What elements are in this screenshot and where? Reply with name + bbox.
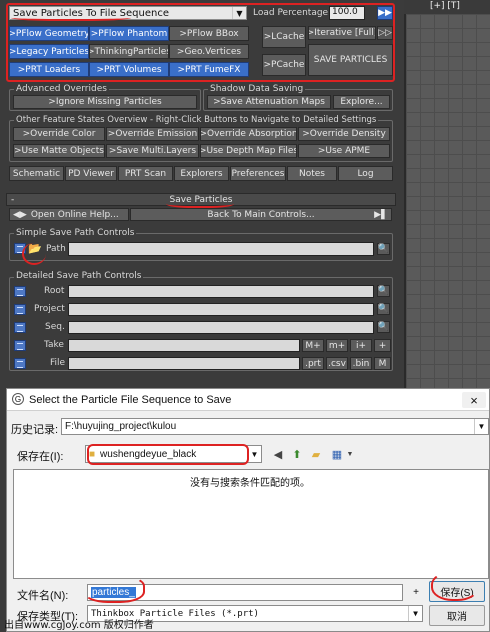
new-folder-icon[interactable]: ▰ [309, 447, 323, 461]
history-label: 历史记录: [11, 424, 59, 436]
annotation-box [83, 575, 145, 603]
override-absorption-button[interactable]: >Override Absorption [200, 127, 297, 141]
chevron-down-icon: ▼ [474, 419, 488, 434]
file-dialog: G Select the Particle File Sequence to S… [6, 388, 490, 632]
bin-ext-button[interactable]: .bin [350, 357, 372, 370]
tab-schematic[interactable]: Schematic [9, 166, 64, 181]
filename-label: 文件名(N): [17, 590, 69, 602]
view-menu-icon[interactable]: ▦ [330, 447, 344, 461]
detailed-save-path-title: Detailed Save Path Controls [14, 271, 144, 281]
search-icon[interactable]: 🔍 [377, 321, 390, 333]
grid-icon[interactable] [14, 286, 26, 297]
path-label: Path [46, 244, 66, 254]
grid-icon[interactable] [14, 340, 26, 351]
take-plus-button[interactable]: + [374, 339, 391, 352]
grid-icon[interactable] [14, 304, 26, 315]
dialog-title: Select the Particle File Sequence to Sav… [29, 394, 232, 406]
file-label: File [50, 358, 66, 368]
take-input[interactable] [68, 339, 300, 352]
filename-plus-button[interactable]: + [409, 584, 423, 601]
annotation-underline [166, 198, 234, 208]
viewport-label: [+] [T] [430, 1, 460, 11]
right-arrow-icon: ▶▌ [374, 209, 388, 220]
root-input[interactable] [68, 285, 374, 298]
use-depth-map-button[interactable]: >Use Depth Map Files [200, 144, 297, 158]
override-emission-button[interactable]: >Override Emission [106, 127, 199, 141]
chevron-down-icon[interactable]: ▼ [343, 447, 357, 461]
file-input[interactable] [68, 357, 300, 370]
save-multi-layers-button[interactable]: >Save Multi.Layers [106, 144, 199, 158]
use-matte-objects-button[interactable]: >Use Matte Objects [13, 144, 105, 158]
back-icon[interactable]: ◀ [271, 447, 285, 461]
m-button[interactable]: M [374, 357, 391, 370]
tab-explorers[interactable]: Explorers [174, 166, 229, 181]
annotation-box [431, 571, 479, 601]
app-icon: G [12, 393, 24, 405]
save-attenuation-button[interactable]: >Save Attenuation Maps [207, 95, 331, 109]
csv-ext-button[interactable]: .csv [326, 357, 348, 370]
empty-message: 没有与搜索条件匹配的项。 [190, 478, 310, 489]
root-label: Root [44, 286, 65, 296]
take-label: Take [44, 340, 64, 350]
back-to-main-button[interactable]: Back To Main Controls... ▶▌ [130, 208, 392, 221]
take-iter-plus-button[interactable]: i+ [350, 339, 372, 352]
tab-log[interactable]: Log [338, 166, 393, 181]
watermark: 出自www.cgjoy.com 版权归作者 [4, 620, 154, 631]
ignore-missing-button[interactable]: >Ignore Missing Particles [13, 95, 197, 109]
shadow-data-title: Shadow Data Saving [208, 84, 306, 94]
seq-input[interactable] [68, 321, 374, 334]
chevron-down-icon: ▼ [247, 446, 261, 462]
override-density-button[interactable]: >Override Density [298, 127, 390, 141]
grid-icon[interactable] [14, 322, 26, 333]
take-minor-plus-button[interactable]: m+ [326, 339, 348, 352]
annotation-box [6, 3, 395, 82]
tab-preferences[interactable]: Preferences [230, 166, 286, 181]
tab-prt-scan[interactable]: PRT Scan [118, 166, 173, 181]
open-online-help-button[interactable]: ◀▶ Open Online Help... [9, 208, 129, 221]
search-icon[interactable]: 🔍 [377, 303, 390, 315]
simple-save-path-title: Simple Save Path Controls [14, 228, 137, 238]
use-apme-button[interactable]: >Use APME [298, 144, 390, 158]
annotation-box [87, 444, 249, 465]
search-icon[interactable]: 🔍 [377, 243, 390, 255]
close-button[interactable]: × [462, 392, 486, 408]
left-right-arrow-icon: ◀▶ [13, 209, 27, 220]
chevron-down-icon: ▼ [408, 606, 422, 621]
annotation-underline [22, 243, 46, 265]
close-icon: × [470, 392, 478, 408]
save-in-label: 保存在(I): [17, 451, 64, 463]
explore-button[interactable]: Explore... [333, 95, 390, 109]
up-folder-icon[interactable]: ⬆ [290, 447, 304, 461]
rollout-collapse-icon: - [11, 194, 15, 205]
history-dropdown[interactable]: F:\huyujing_project\kulou ▼ [61, 418, 489, 435]
grid-icon[interactable] [14, 358, 26, 369]
advanced-overrides-title: Advanced Overrides [14, 84, 109, 94]
tab-notes[interactable]: Notes [287, 166, 337, 181]
tab-pd-viewer[interactable]: PD Viewer [65, 166, 117, 181]
path-input[interactable] [68, 242, 374, 256]
override-color-button[interactable]: >Override Color [13, 127, 105, 141]
cancel-button[interactable]: 取消 [429, 605, 485, 626]
project-input[interactable] [68, 303, 374, 316]
viewport[interactable] [404, 0, 490, 388]
seq-label: Seq. [45, 322, 65, 332]
history-value: F:\huyujing_project\kulou [65, 421, 177, 432]
search-icon[interactable]: 🔍 [377, 285, 390, 297]
other-features-title: Other Feature States Overview - Right-Cl… [14, 115, 379, 125]
take-major-plus-button[interactable]: M+ [302, 339, 324, 352]
prt-ext-button[interactable]: .prt [302, 357, 324, 370]
project-label: Project [34, 304, 65, 314]
